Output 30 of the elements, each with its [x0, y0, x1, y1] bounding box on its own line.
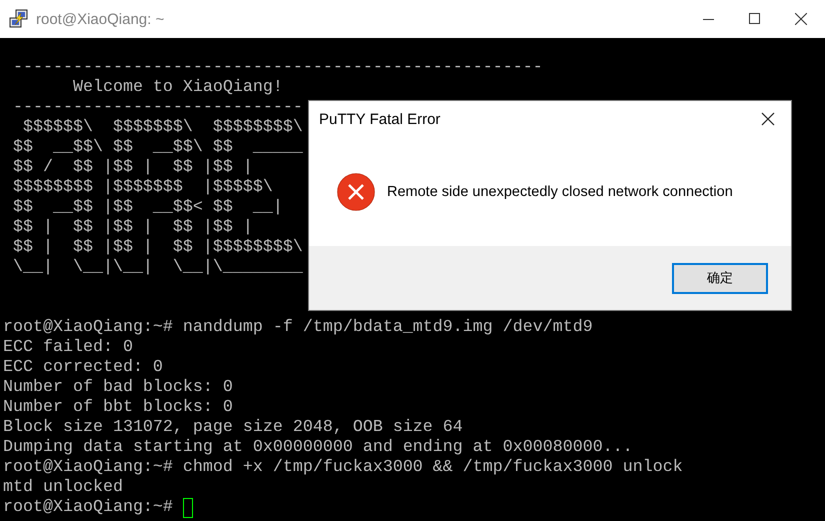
terminal-line: ----------------------------------------------------- [12, 58, 543, 78]
terminal-line: \__| \__|\__| \__|\________ [12, 258, 303, 278]
terminal-line: $$ | $$ |$$ | $$ |$$ | [12, 218, 253, 238]
ok-button[interactable]: 确定 [672, 262, 768, 294]
terminal-line: Number of bad blocks: 0 [3, 378, 233, 398]
terminal-line: ECC corrected: 0 [3, 358, 163, 378]
terminal-line: mtd unlocked [3, 478, 123, 498]
close-icon [795, 13, 807, 25]
maximize-icon [749, 13, 761, 25]
terminal-line: $$ / $$ |$$ | $$ |$$ | [12, 158, 253, 178]
terminal-line: root@XiaoQiang:~# nanddump -f /tmp/bdata_mtd9.img /dev/mtd9 [3, 318, 593, 338]
terminal-line: Number of bbt blocks: 0 [3, 398, 233, 418]
terminal-line: ECC failed: 0 [3, 338, 133, 358]
close-icon[interactable] [761, 112, 775, 126]
terminal-line: Welcome to XiaoQiang! [72, 78, 283, 98]
error-icon [337, 172, 375, 210]
terminal-line: $$ __$$ |$$ __$$< $$ __| [12, 198, 283, 218]
error-message: Remote side unexpectedly closed network connection [387, 184, 733, 200]
terminal-line: $$ __$$\ $$ __$$\ $$ _____ [12, 138, 303, 158]
terminal-line: Dumping data starting at 0x00000000 and ending at 0x00080000... [3, 438, 633, 458]
terminal-line: ----------------------------- [12, 98, 303, 118]
terminal-line: $$$$$$$$ |$$$$$$$ |$$$$$\ [12, 178, 273, 198]
terminal-line: root@XiaoQiang:~# chmod +x /tmp/fuckax3000 && /tmp/fuckax3000 unlock [3, 458, 683, 478]
terminal-app-icon [9, 9, 29, 29]
terminal-line: root@XiaoQiang:~# [3, 498, 174, 518]
window-title: root@XiaoQiang: ~ [36, 10, 164, 28]
terminal-line: $$ | $$ |$$ | $$ |$$$$$$$$\ [12, 238, 303, 258]
dialog-title: PuTTY Fatal Error [319, 110, 440, 128]
terminal-line: $$$$$$\ $$$$$$$\ $$$$$$$$\ [22, 118, 303, 138]
terminal-line: Block size 131072, page size 2048, OOB size 64 [3, 418, 463, 438]
